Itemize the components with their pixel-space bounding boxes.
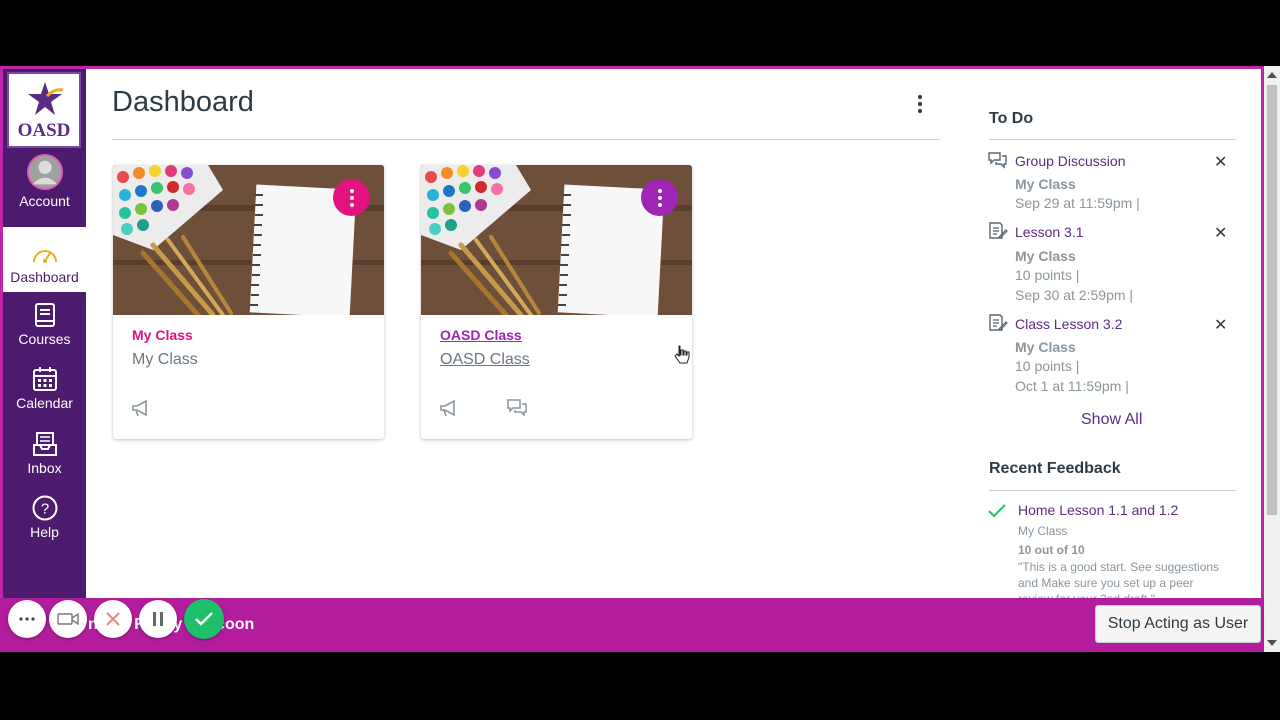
webcam-toggle-icon[interactable] [49, 600, 87, 638]
todo-course: My Class [1015, 339, 1076, 355]
todo-due-date: Sep 30 at 2:59pm | [1015, 287, 1134, 303]
page-title: Dashboard [112, 86, 254, 118]
account-avatar-icon [26, 154, 63, 190]
todo-course: My Class [1015, 248, 1076, 264]
feedback-course: My Class [1018, 524, 1068, 538]
dashboard-gauge-icon [32, 250, 57, 263]
todo-title[interactable]: Class Lesson 3.2 [1015, 316, 1122, 332]
recent-feedback-heading: Recent Feedback [989, 460, 1121, 477]
nav-account-label: Account [19, 193, 70, 209]
nav-calendar[interactable]: Calendar [3, 356, 86, 418]
course-card-oasd-class[interactable]: OASD Class OASD Class [421, 165, 692, 439]
course-card-my-class[interactable]: My Class My Class [113, 165, 384, 439]
nav-inbox-label: Inbox [27, 460, 62, 476]
nav-account[interactable]: Account [3, 154, 86, 216]
announcements-icon[interactable] [438, 397, 460, 419]
title-divider [112, 139, 940, 140]
dismiss-close-icon[interactable]: ✕ [1214, 223, 1227, 243]
todo-course: My Class [1015, 176, 1076, 192]
pause-recording-icon[interactable] [139, 600, 177, 638]
logo-text: OASD [17, 120, 71, 141]
stop-acting-as-user-button[interactable]: Stop Acting as User [1095, 605, 1261, 643]
assignment-icon [989, 314, 1008, 331]
help-question-icon: ? [32, 495, 57, 521]
dashboard-main: Dashboard My Class My Class OASD Class O… [112, 66, 942, 652]
more-options-icon[interactable] [8, 600, 46, 638]
card-options-kebab-icon[interactable] [641, 179, 678, 216]
course-short-name[interactable]: OASD Class [440, 327, 522, 343]
nav-courses[interactable]: Courses [3, 292, 86, 354]
card-actions [438, 397, 528, 419]
global-navigation: OASD Account Dashboard Courses Calendar … [3, 69, 86, 652]
todo-due-date: Sep 29 at 11:59pm | [1015, 195, 1140, 211]
todo-heading: To Do [989, 110, 1034, 127]
scroll-down-arrow-icon[interactable] [1267, 640, 1277, 646]
finish-recording-check-icon[interactable] [184, 599, 224, 639]
right-sidebar: To Do Group Discussion ✕ My Class Sep 29… [988, 66, 1238, 652]
todo-title[interactable]: Lesson 3.1 [1015, 224, 1084, 240]
show-all-link[interactable]: Show All [1081, 411, 1142, 429]
scroll-up-arrow-icon[interactable] [1267, 72, 1277, 78]
assignment-icon [989, 222, 1008, 239]
feedback-title[interactable]: Home Lesson 1.1 and 1.2 [1018, 502, 1178, 518]
card-options-kebab-icon[interactable] [333, 179, 370, 216]
todo-due-date: Oct 1 at 11:59pm | [1015, 378, 1129, 394]
nav-dashboard[interactable]: Dashboard [3, 227, 86, 292]
browser-viewport: OASD Account Dashboard Courses Calendar … [0, 66, 1280, 652]
feedback-score: 10 out of 10 [1018, 543, 1085, 557]
course-card-image[interactable] [113, 165, 384, 315]
dismiss-close-icon[interactable]: ✕ [1214, 315, 1227, 335]
todo-title[interactable]: Group Discussion [1015, 153, 1126, 169]
discussions-icon[interactable] [506, 397, 528, 419]
nav-calendar-label: Calendar [16, 395, 73, 411]
todo-points: 10 points | [1015, 358, 1080, 374]
scrollbar-thumb[interactable] [1267, 85, 1277, 515]
course-long-name[interactable]: OASD Class [440, 351, 530, 369]
hand-cursor-icon [674, 345, 690, 364]
svg-text:?: ? [40, 501, 48, 518]
todo-points: 10 points | [1015, 267, 1080, 283]
oasd-logo[interactable]: OASD [7, 72, 81, 148]
discussion-icon [988, 152, 1007, 169]
todo-divider [989, 139, 1236, 140]
courses-book-icon [34, 303, 55, 327]
nav-inbox[interactable]: Inbox [3, 421, 86, 483]
dashboard-options-kebab-icon[interactable] [912, 92, 928, 116]
announcements-icon[interactable] [130, 397, 152, 419]
course-card-image[interactable] [421, 165, 692, 315]
cancel-recording-icon[interactable] [94, 600, 132, 638]
inbox-tray-icon [32, 432, 57, 456]
nav-help[interactable]: ? Help [3, 485, 86, 547]
feedback-divider [989, 490, 1236, 491]
card-actions [130, 397, 152, 419]
course-short-name[interactable]: My Class [132, 327, 193, 343]
nav-dashboard-label: Dashboard [10, 269, 79, 285]
nav-help-label: Help [30, 524, 59, 540]
dismiss-close-icon[interactable]: ✕ [1214, 152, 1227, 172]
star-logo-icon [28, 82, 64, 115]
calendar-icon [32, 367, 57, 391]
checkmark-icon [988, 504, 1006, 518]
vertical-scrollbar[interactable] [1264, 66, 1280, 652]
nav-courses-label: Courses [18, 331, 71, 347]
course-long-name[interactable]: My Class [132, 351, 198, 369]
